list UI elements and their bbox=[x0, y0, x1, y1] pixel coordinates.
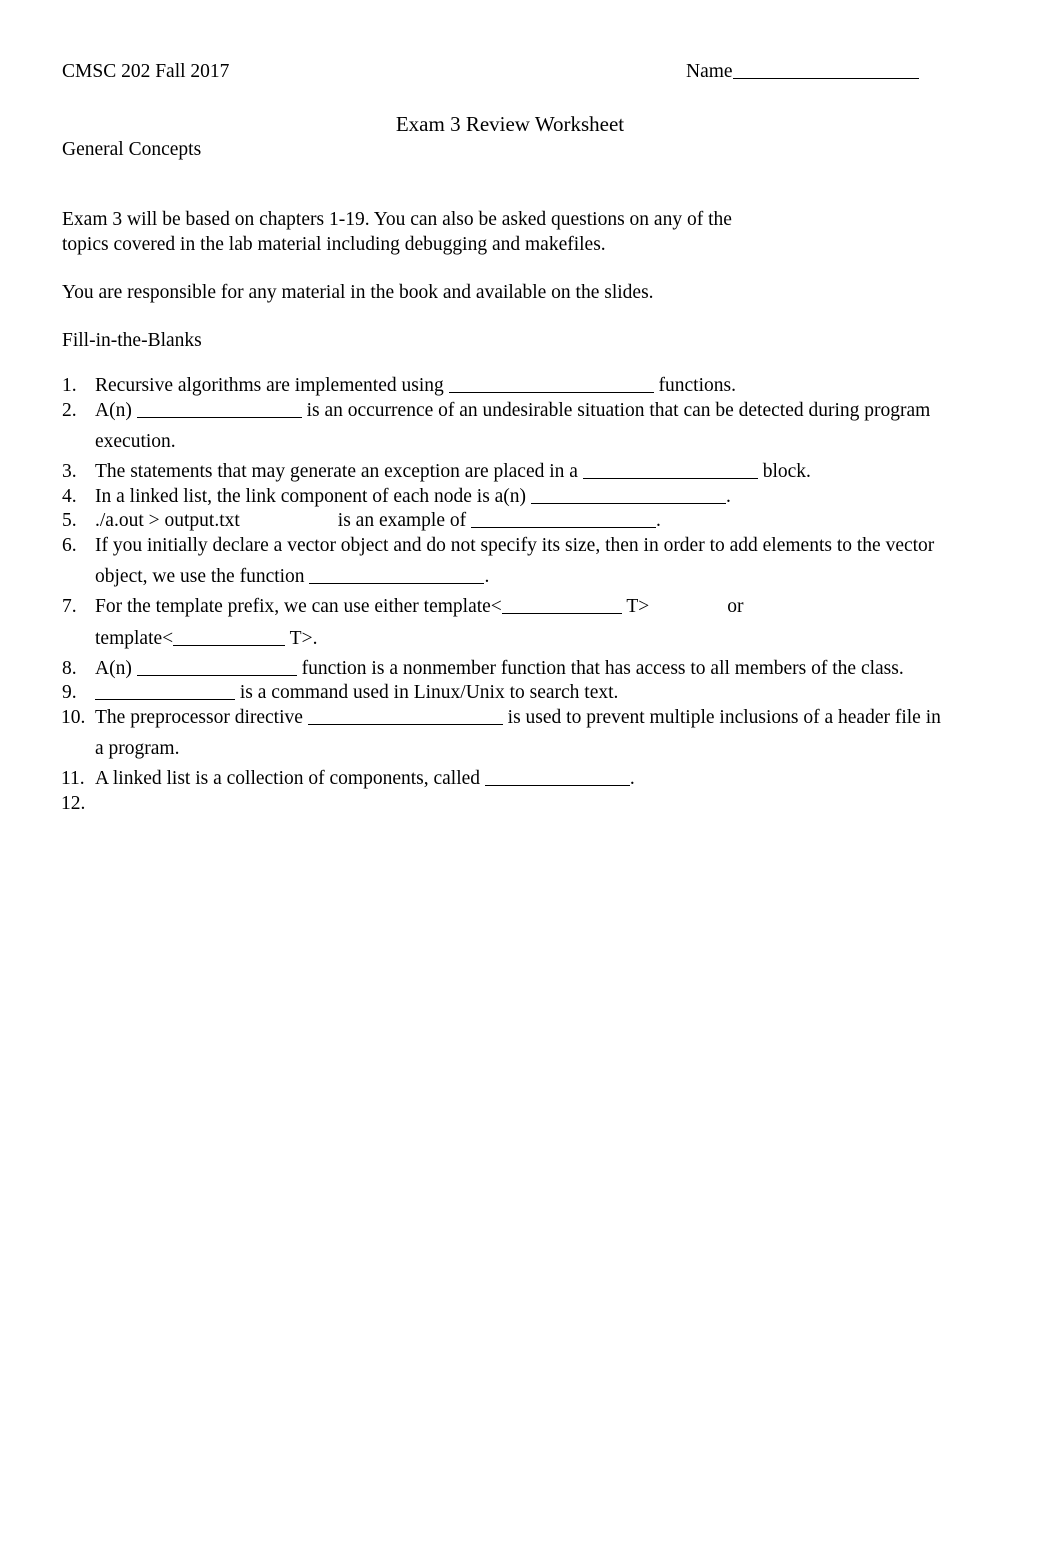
question-text: A(n) is an occurrence of an undesirable … bbox=[95, 399, 1012, 424]
question-text: If you initially declare a vector object… bbox=[95, 534, 935, 556]
question-text-before: The statements that may generate an exce… bbox=[95, 461, 583, 482]
question-text-continued: object, we use the function . bbox=[95, 558, 1012, 595]
question-item-1: 1. Recursive algorithms are implemented … bbox=[62, 374, 1012, 399]
question-number: 11. bbox=[61, 768, 85, 789]
answer-blank[interactable] bbox=[530, 487, 726, 504]
question-item-8: 8. A(n) function is a nonmember function… bbox=[62, 657, 1012, 682]
question-text: The preprocessor directive is used to pr… bbox=[95, 706, 1012, 731]
question-text-before: A(n) bbox=[95, 657, 137, 679]
question-command-text: ./a.out > output.txt bbox=[95, 510, 240, 531]
question-text-before: The preprocessor directive bbox=[95, 706, 308, 728]
answer-blank[interactable] bbox=[136, 659, 297, 676]
question-number: 1. bbox=[62, 375, 77, 396]
question-text: ./a.out > output.txt is an example of . bbox=[95, 509, 1012, 534]
question-number: 10. bbox=[61, 706, 86, 728]
question-text-before: A(n) bbox=[95, 399, 137, 421]
question-number: 6. bbox=[62, 534, 77, 556]
question-text-continued: execution. bbox=[95, 431, 176, 452]
question-text-wrapped-before: template< bbox=[95, 627, 174, 649]
question-text-after: is used to prevent multiple inclusions o… bbox=[502, 706, 941, 728]
question-list: 1. Recursive algorithms are implemented … bbox=[61, 374, 1012, 814]
question-text-wrapped-before: object, we use the function bbox=[95, 566, 310, 587]
question-text-wrapped-after: . bbox=[484, 566, 490, 587]
question-text: Recursive algorithms are implemented usi… bbox=[95, 374, 1012, 399]
question-text-wrapped-after: T>. bbox=[285, 627, 318, 649]
page-title: Exam 3 Review Worksheet bbox=[395, 112, 625, 136]
question-text: A(n) function is a nonmember function th… bbox=[95, 657, 1012, 682]
course-label: CMSC 202 Fall 2017 bbox=[62, 61, 230, 82]
question-item-3: 3. The statements that may generate an e… bbox=[62, 460, 1012, 485]
section-heading-general-concepts: General Concepts bbox=[62, 139, 202, 160]
question-text-continued: a program. bbox=[95, 738, 180, 759]
answer-blank[interactable] bbox=[173, 629, 286, 646]
question-number: 12. bbox=[61, 792, 86, 814]
question-text-after: function is a nonmember function that ha… bbox=[296, 657, 904, 679]
answer-blank[interactable] bbox=[307, 708, 503, 725]
name-label: Name bbox=[686, 61, 733, 82]
question-text: In a linked list, the link component of … bbox=[95, 485, 1012, 510]
question-item-6: 6. If you initially declare a vector obj… bbox=[62, 534, 1012, 596]
answer-blank[interactable] bbox=[582, 462, 758, 479]
question-number: 5. bbox=[62, 510, 77, 531]
question-item-5: 5. ./a.out > output.txt is an example of … bbox=[62, 509, 1012, 534]
section-heading-fill-in-the-blanks: Fill-in-the-Blanks bbox=[62, 330, 202, 351]
question-number: 8. bbox=[62, 657, 77, 679]
question-text-before: Recursive algorithms are implemented usi… bbox=[95, 375, 449, 396]
question-text-middle: is an example of bbox=[337, 510, 472, 531]
question-text: For the template prefix, we can use eith… bbox=[95, 595, 1012, 620]
question-item-9: 9. is a command used in Linux/Unix to se… bbox=[62, 681, 1012, 706]
responsibility-paragraph: You are responsible for any material in … bbox=[62, 282, 654, 303]
question-text-after: or bbox=[727, 596, 744, 617]
question-text-after: . bbox=[725, 485, 731, 507]
question-number: 3. bbox=[62, 461, 77, 482]
name-field: Name bbox=[686, 60, 919, 84]
answer-blank[interactable] bbox=[471, 511, 657, 528]
question-item-11: 11. A linked list is a collection of com… bbox=[61, 767, 1012, 792]
answer-blank[interactable] bbox=[136, 401, 302, 418]
answer-blank[interactable] bbox=[501, 597, 622, 614]
question-text-after: block. bbox=[757, 461, 811, 482]
answer-blank[interactable] bbox=[448, 376, 654, 393]
question-text-after: is an occurrence of an undesirable situa… bbox=[301, 399, 931, 421]
question-item-4: 4. In a linked list, the link component … bbox=[62, 485, 1012, 510]
question-text: A linked list is a collection of compone… bbox=[95, 767, 1012, 792]
question-item-2: 2. A(n) is an occurrence of an undesirab… bbox=[62, 399, 1012, 461]
name-blank-line[interactable] bbox=[732, 61, 919, 79]
question-text-after: . bbox=[629, 768, 635, 789]
question-text-before: In a linked list, the link component of … bbox=[95, 485, 531, 507]
question-text: The statements that may generate an exce… bbox=[95, 460, 1012, 485]
question-text: is a command used in Linux/Unix to searc… bbox=[95, 681, 1012, 706]
document-header: CMSC 202 Fall 2017 Name bbox=[62, 60, 1000, 84]
intro-paragraph: Exam 3 will be based on chapters 1-19. Y… bbox=[62, 209, 732, 255]
question-text-middle: T> bbox=[621, 596, 650, 617]
question-text-after: functions. bbox=[653, 375, 736, 396]
question-text-after: . bbox=[656, 510, 661, 531]
question-item-10: 10. The preprocessor directive is used t… bbox=[61, 706, 1012, 768]
question-item-7: 7. For the template prefix, we can use e… bbox=[62, 595, 1012, 657]
answer-blank[interactable] bbox=[95, 683, 235, 700]
question-text-before: For the template prefix, we can use eith… bbox=[95, 596, 502, 617]
answer-blank[interactable] bbox=[309, 567, 485, 584]
question-number: 4. bbox=[62, 485, 77, 507]
question-text-continued: template< T>. bbox=[95, 620, 1012, 657]
question-number: 9. bbox=[62, 682, 77, 703]
document-page: CMSC 202 Fall 2017 Name Exam 3 Review Wo… bbox=[0, 0, 1062, 1561]
question-text-before: A linked list is a collection of compone… bbox=[95, 768, 485, 789]
question-text-after: is a command used in Linux/Unix to searc… bbox=[235, 682, 619, 703]
question-number: 2. bbox=[62, 399, 77, 421]
question-number: 7. bbox=[62, 596, 77, 617]
answer-blank[interactable] bbox=[484, 769, 630, 786]
